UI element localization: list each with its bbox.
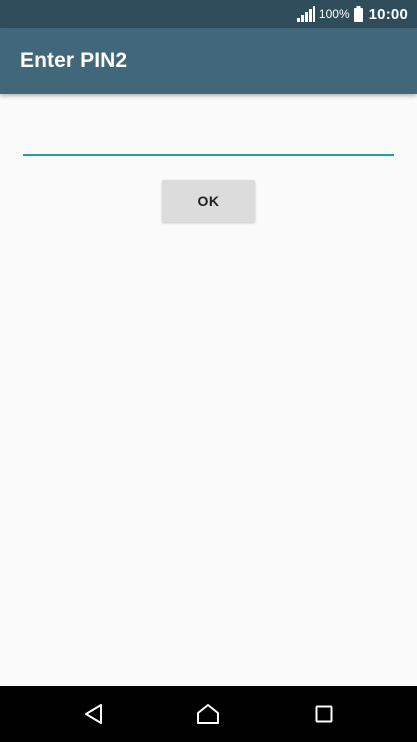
- home-icon: [197, 704, 219, 724]
- back-button[interactable]: [61, 686, 125, 742]
- app-bar: Enter PIN2: [0, 28, 417, 94]
- screen: 100% 10:00 Enter PIN2 OK: [0, 0, 417, 742]
- page-title: Enter PIN2: [20, 49, 128, 72]
- recents-button[interactable]: [292, 686, 356, 742]
- signal-icon: [296, 6, 315, 22]
- status-bar: 100% 10:00: [0, 0, 417, 28]
- battery-percent: 100%: [318, 7, 350, 21]
- recents-icon: [315, 705, 333, 723]
- ok-button[interactable]: OK: [162, 180, 255, 222]
- status-clock: 10:00: [368, 5, 408, 23]
- back-icon: [85, 704, 102, 724]
- pin2-input[interactable]: [23, 118, 394, 156]
- home-button[interactable]: [176, 686, 240, 742]
- navigation-bar: [0, 686, 417, 742]
- battery-icon: [353, 6, 363, 22]
